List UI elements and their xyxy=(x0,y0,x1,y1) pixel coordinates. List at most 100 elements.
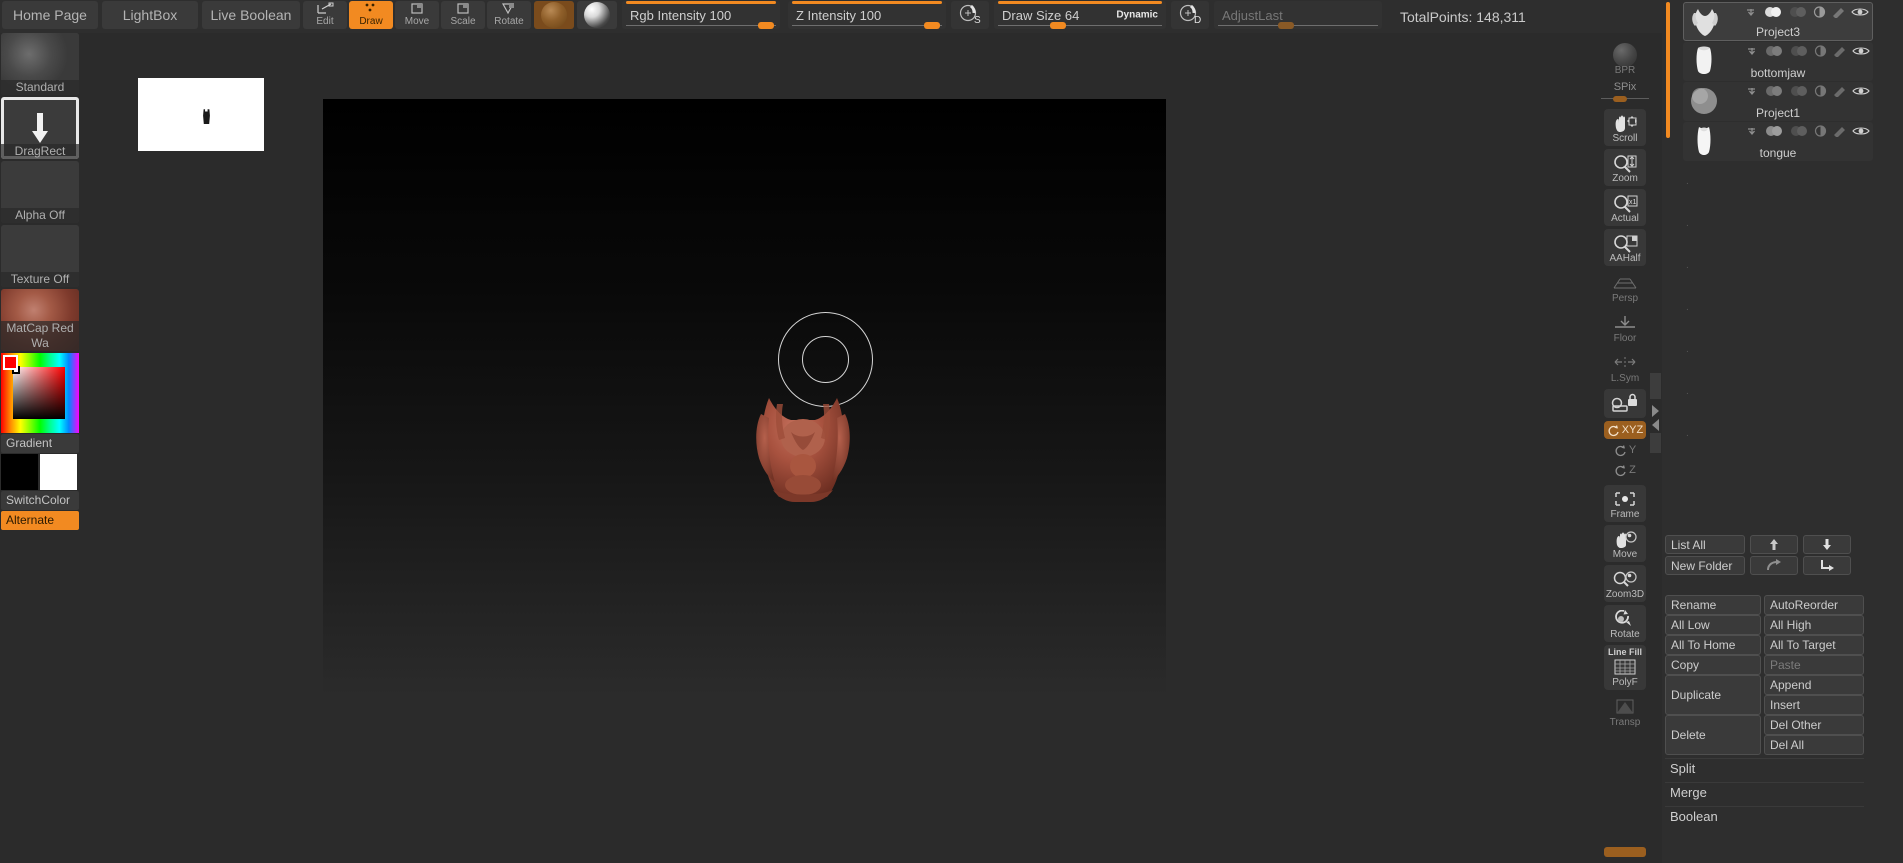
rotate-3d-button[interactable]: Rotate xyxy=(1604,605,1646,642)
move-3d-button[interactable]: Move xyxy=(1604,525,1646,562)
canvas-area[interactable] xyxy=(80,33,1588,863)
actual-button[interactable]: x1 Actual xyxy=(1604,189,1646,226)
rotate-z-button[interactable]: Z xyxy=(1604,462,1646,479)
subtool-scroll-indicator[interactable] xyxy=(1666,2,1670,138)
polyframe-button[interactable]: Line Fill PolyF xyxy=(1604,645,1646,690)
del-other-button[interactable]: Del Other xyxy=(1764,715,1864,735)
visibility-toggle-icon[interactable] xyxy=(1764,45,1784,57)
eye-icon[interactable] xyxy=(1852,125,1870,137)
rotate-y-button[interactable]: Y xyxy=(1604,442,1646,459)
spix-knob[interactable] xyxy=(1613,96,1627,102)
all-low-button[interactable]: All Low xyxy=(1665,615,1761,635)
3d-viewport[interactable] xyxy=(323,99,1166,696)
arrow-down-icon[interactable] xyxy=(1746,86,1759,97)
eye-icon[interactable] xyxy=(1852,45,1870,57)
rename-button[interactable]: Rename xyxy=(1665,595,1761,615)
contrast-toggle-icon[interactable] xyxy=(1814,85,1827,97)
subtool-row-icons[interactable] xyxy=(1745,6,1869,18)
aahalf-button[interactable]: AAHalf xyxy=(1604,229,1646,266)
subtool-row-icons[interactable] xyxy=(1746,85,1870,97)
adjust-last-slider[interactable]: AdjustLast xyxy=(1214,1,1382,29)
duplicate-button[interactable]: Duplicate xyxy=(1665,675,1761,715)
paint-toggle-icon[interactable] xyxy=(1832,85,1847,97)
move-down-button[interactable] xyxy=(1803,535,1851,554)
saturation-value-field[interactable] xyxy=(13,367,65,419)
brush-selector[interactable]: Standard xyxy=(1,33,79,95)
rgb-intensity-slider[interactable]: Rgb Intensity 100 xyxy=(622,1,780,29)
bottom-accent-bar[interactable] xyxy=(1604,847,1646,857)
current-color-swatch[interactable] xyxy=(3,355,18,370)
floor-button[interactable]: Floor xyxy=(1604,309,1646,346)
arrow-down-icon[interactable] xyxy=(1746,46,1759,57)
spix-slider[interactable]: SPix xyxy=(1599,81,1651,103)
move-in-button[interactable] xyxy=(1803,556,1851,575)
rgb-intensity-knob[interactable] xyxy=(758,22,774,29)
tool-move[interactable]: Move xyxy=(395,1,439,29)
panel-collapse-handle[interactable] xyxy=(1650,373,1661,453)
stroke-selector[interactable]: DragRect xyxy=(1,97,79,159)
contrast-toggle-icon[interactable] xyxy=(1814,45,1827,57)
menu-lightbox[interactable]: LightBox xyxy=(102,1,198,29)
visibility-toggle-icon[interactable] xyxy=(1763,6,1783,18)
shadow-toggle-icon[interactable] xyxy=(1788,6,1808,18)
primary-color-swatch[interactable] xyxy=(1,454,38,490)
draw-size-knob[interactable] xyxy=(1050,22,1066,29)
arrow-down-icon[interactable] xyxy=(1745,7,1758,18)
eye-icon[interactable] xyxy=(1851,6,1869,18)
zoom3d-button[interactable]: Zoom3D xyxy=(1604,565,1646,602)
alpha-selector[interactable]: Alpha Off xyxy=(1,161,79,223)
rotate-xyz-button[interactable]: XYZ xyxy=(1604,421,1646,439)
tool-scale[interactable]: Scale xyxy=(441,1,485,29)
scroll-button[interactable]: Scroll xyxy=(1604,109,1646,146)
frame-button[interactable]: Frame xyxy=(1604,485,1646,522)
d-button[interactable]: D xyxy=(1171,1,1209,29)
transp-button[interactable]: Transp xyxy=(1604,693,1646,730)
shader-swatch-button[interactable] xyxy=(577,1,617,29)
list-all-button[interactable]: List All xyxy=(1665,535,1745,554)
alternate-button[interactable]: Alternate xyxy=(1,511,79,530)
tool-edit[interactable]: Edit xyxy=(303,1,347,29)
contrast-toggle-icon[interactable] xyxy=(1814,125,1827,137)
subtool-row-icons[interactable] xyxy=(1746,125,1870,137)
material-selector[interactable]: MatCap Red Wa xyxy=(1,289,79,351)
material-swatch-button[interactable] xyxy=(534,1,574,29)
all-to-target-button[interactable]: All To Target xyxy=(1764,635,1864,655)
z-intensity-knob[interactable] xyxy=(924,22,940,29)
move-out-button[interactable] xyxy=(1750,556,1798,575)
tool-rotate[interactable]: Rotate xyxy=(487,1,531,29)
visibility-toggle-icon[interactable] xyxy=(1764,85,1784,97)
subtool-row-project3[interactable]: Project3 xyxy=(1683,2,1873,41)
subtool-row-icons[interactable] xyxy=(1746,45,1870,57)
shadow-toggle-icon[interactable] xyxy=(1789,45,1809,57)
copy-button[interactable]: Copy xyxy=(1665,655,1761,675)
menu-home-page[interactable]: Home Page xyxy=(2,1,98,29)
contrast-toggle-icon[interactable] xyxy=(1813,6,1826,18)
bpr-button[interactable]: BPR xyxy=(1604,41,1646,78)
draw-size-slider[interactable]: Draw Size 64 Dynamic xyxy=(994,1,1166,29)
secondary-color-swatch[interactable] xyxy=(40,454,77,490)
z-intensity-slider[interactable]: Z Intensity 100 xyxy=(788,1,946,29)
paint-toggle-icon[interactable] xyxy=(1832,125,1847,137)
shadow-toggle-icon[interactable] xyxy=(1789,85,1809,97)
merge-button[interactable]: Merge xyxy=(1665,782,1864,802)
insert-button[interactable]: Insert xyxy=(1764,695,1864,715)
subtool-row-tongue[interactable]: tongue xyxy=(1683,122,1873,161)
arrow-down-icon[interactable] xyxy=(1746,126,1759,137)
visibility-toggle-icon[interactable] xyxy=(1764,125,1784,137)
eye-icon[interactable] xyxy=(1852,85,1870,97)
paint-toggle-icon[interactable] xyxy=(1832,45,1847,57)
tool-draw[interactable]: Draw xyxy=(349,1,393,29)
auto-reorder-button[interactable]: AutoReorder xyxy=(1764,595,1864,615)
camera-lock-button[interactable] xyxy=(1604,389,1646,418)
all-to-home-button[interactable]: All To Home xyxy=(1665,635,1761,655)
gradient-button[interactable]: Gradient xyxy=(1,434,79,453)
delete-button[interactable]: Delete xyxy=(1665,715,1761,755)
subtool-row-project1[interactable]: Project1 xyxy=(1683,82,1873,121)
persp-button[interactable]: Persp xyxy=(1604,269,1646,306)
switch-color-button[interactable]: SwitchColor xyxy=(1,491,79,510)
menu-live-boolean[interactable]: Live Boolean xyxy=(202,1,300,29)
s-button[interactable]: S xyxy=(951,1,989,29)
zoom-button[interactable]: Zoom xyxy=(1604,149,1646,186)
del-all-button[interactable]: Del All xyxy=(1764,735,1864,755)
color-picker[interactable] xyxy=(1,353,79,433)
